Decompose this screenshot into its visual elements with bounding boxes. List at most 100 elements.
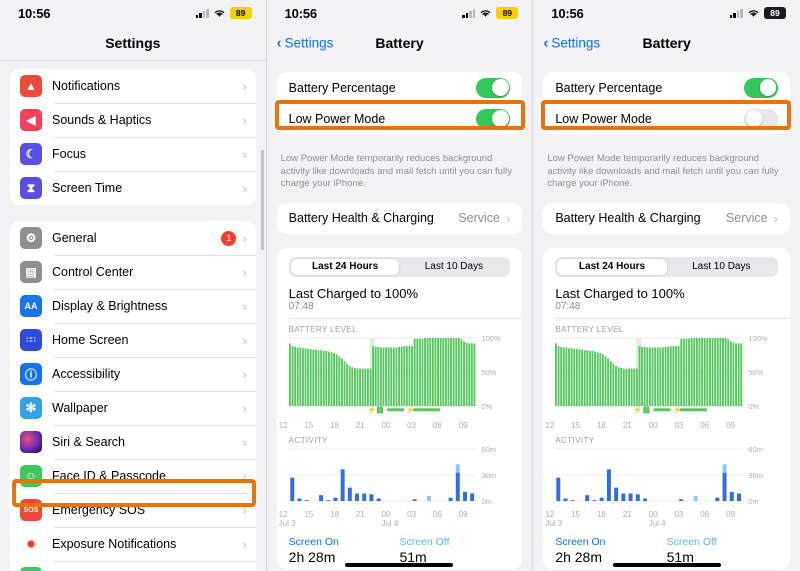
battery-percentage-row[interactable]: Battery Percentage bbox=[277, 72, 523, 103]
sidebar-item-screen-time[interactable]: ⧗ Screen Time › bbox=[10, 171, 256, 205]
back-to-settings-button[interactable]: ‹ Settings bbox=[543, 36, 600, 51]
sidebar-item-emergency-sos[interactable]: SOS Emergency SOS › bbox=[10, 493, 256, 527]
battery-percentage-row[interactable]: Battery Percentage bbox=[543, 72, 790, 103]
cellular-signal-icon bbox=[195, 8, 209, 18]
battery-percentage-toggle[interactable] bbox=[476, 77, 511, 98]
low-power-mode-toggle[interactable] bbox=[476, 108, 511, 129]
tab-last-24-hours[interactable]: Last 24 Hours bbox=[557, 258, 667, 275]
svg-text:50%: 50% bbox=[749, 368, 765, 377]
x-tick: 15 bbox=[571, 509, 581, 519]
battery-percentage-indicator: 89 bbox=[496, 7, 519, 19]
page-title: Battery bbox=[642, 35, 691, 51]
panel-battery-low-power-off: 10:56 89 ‹ Settings Battery Battery Perc… bbox=[533, 0, 800, 571]
sidebar-item-battery[interactable]: Battery› bbox=[10, 561, 256, 571]
x-tick: 03 bbox=[407, 420, 417, 430]
battery-level-caption: BATTERY LEVEL bbox=[555, 324, 624, 334]
day-label: Jul 3 bbox=[545, 518, 563, 528]
status-bar-time: 10:56 bbox=[284, 5, 317, 21]
sidebar-item-wallpaper[interactable]: ✻ Wallpaper › bbox=[10, 391, 256, 425]
x-tick: 00 bbox=[648, 420, 658, 430]
sidebar-item-siri-search[interactable]: Siri & Search › bbox=[10, 425, 256, 459]
home-indicator bbox=[612, 563, 721, 567]
home-indicator bbox=[345, 563, 454, 567]
low-power-mode-row[interactable]: Low Power Mode bbox=[543, 103, 790, 134]
sidebar-item-general[interactable]: ⚙ General 1 › bbox=[10, 221, 256, 255]
sidebar-item-control-center[interactable]: ▤ Control Center › bbox=[10, 255, 256, 289]
screen-on-summary: Screen On 2h 28m bbox=[289, 536, 400, 565]
cellular-signal-icon bbox=[729, 8, 743, 18]
screen-off-summary: Screen Off 51m bbox=[399, 536, 510, 565]
battery-percentage-toggle[interactable] bbox=[743, 77, 778, 98]
cellular-signal-icon bbox=[462, 8, 476, 18]
status-bar: 10:56 89 bbox=[0, 0, 266, 26]
x-tick: 12 bbox=[545, 509, 555, 519]
x-tick: 06 bbox=[432, 420, 442, 430]
last-charged-time: 07:48 bbox=[288, 300, 314, 312]
sidebar-item-face-id-passcode[interactable]: ☺ Face ID & Passcode › bbox=[10, 459, 256, 493]
sidebar-item-label: General bbox=[52, 231, 97, 245]
battery-usage-card: Last 24 Hours Last 10 Days Last Charged … bbox=[543, 247, 790, 569]
screen-off-label: Screen Off bbox=[666, 535, 717, 548]
battery-nav-bar: ‹ Settings Battery bbox=[266, 26, 533, 60]
activity-chart: 60m 30m 0m bbox=[288, 447, 513, 509]
settings-scroll-area[interactable]: ▲ Notifications › ◀ Sounds & Haptics › ☾ Focus ›… bbox=[0, 61, 266, 571]
battery-health-row[interactable]: Battery Health & Charging Service › bbox=[543, 203, 790, 234]
sidebar-item-label: Emergency SOS bbox=[52, 503, 146, 517]
notifications-icon: ▲ bbox=[20, 75, 42, 97]
x-tick: 03 bbox=[674, 420, 684, 430]
battery-icon bbox=[20, 567, 42, 571]
face-id-icon: ☺ bbox=[20, 465, 42, 487]
sounds-haptics-icon: ◀ bbox=[20, 109, 42, 131]
sidebar-item-display-brightness[interactable]: AA Display & Brightness › bbox=[10, 289, 256, 323]
battery-health-card: Battery Health & Charging Service › bbox=[276, 202, 523, 234]
battery-percentage-label: Battery Percentage bbox=[288, 80, 396, 95]
time-range-segmented-control[interactable]: Last 24 Hours Last 10 Days bbox=[555, 256, 778, 277]
page-title: Battery bbox=[375, 35, 424, 51]
battery-toggles-card: Battery Percentage Low Power Mode bbox=[276, 72, 523, 134]
toggle-knob bbox=[491, 110, 509, 127]
sidebar-item-label: Siri & Search bbox=[52, 435, 125, 449]
tab-last-10-days[interactable]: Last 10 Days bbox=[667, 259, 776, 275]
svg-text:0%: 0% bbox=[481, 402, 492, 411]
sidebar-item-sounds-haptics[interactable]: ◀ Sounds & Haptics › bbox=[10, 103, 256, 137]
sidebar-item-label: Home Screen bbox=[52, 333, 129, 347]
home-screen-icon: ∷∷ bbox=[20, 329, 42, 351]
chevron-right-icon: › bbox=[242, 434, 247, 450]
svg-text:0m: 0m bbox=[749, 497, 759, 506]
x-tick: 12 bbox=[278, 509, 288, 519]
low-power-mode-toggle[interactable] bbox=[743, 108, 778, 129]
screen-off-summary: Screen Off 51m bbox=[667, 536, 778, 565]
sidebar-item-exposure-notifications[interactable]: ✹ Exposure Notifications › bbox=[10, 527, 256, 561]
chevron-right-icon: › bbox=[242, 332, 247, 348]
tab-last-24-hours[interactable]: Last 24 Hours bbox=[290, 258, 400, 275]
back-to-settings-button[interactable]: ‹ Settings bbox=[277, 36, 334, 51]
battery-health-row[interactable]: Battery Health & Charging Service › bbox=[277, 203, 523, 234]
sidebar-item-home-screen[interactable]: ∷∷ Home Screen › bbox=[10, 323, 256, 357]
battery-percentage-indicator: 89 bbox=[763, 7, 786, 19]
chevron-right-icon: › bbox=[242, 146, 247, 162]
scrollbar[interactable] bbox=[261, 150, 264, 250]
status-bar: 10:56 89 bbox=[266, 0, 533, 26]
sidebar-item-label: Notifications bbox=[52, 79, 121, 93]
battery-level-x-axis: 12 15 18 21 00 03 06 09 bbox=[277, 421, 523, 430]
panel-settings-list: 10:56 89 Settings ▲ Notifications › ◀ Sounds… bbox=[0, 0, 267, 571]
wifi-icon bbox=[747, 8, 760, 18]
time-range-segmented-control[interactable]: Last 24 Hours Last 10 Days bbox=[288, 256, 511, 277]
screen-on-label: Screen On bbox=[288, 535, 339, 548]
sidebar-item-accessibility[interactable]: ⓘ Accessibility › bbox=[10, 357, 256, 391]
tab-last-10-days[interactable]: Last 10 Days bbox=[399, 259, 508, 275]
wifi-icon bbox=[213, 8, 226, 18]
sidebar-item-focus[interactable]: ☾ Focus › bbox=[10, 137, 256, 171]
low-power-mode-row[interactable]: Low Power Mode bbox=[277, 103, 523, 134]
chevron-right-icon: › bbox=[242, 468, 247, 484]
x-tick: 15 bbox=[304, 420, 314, 430]
screen-on-summary: Screen On 2h 28m bbox=[555, 536, 666, 565]
battery-percentage-indicator: 89 bbox=[229, 7, 252, 19]
battery-level-caption: BATTERY LEVEL bbox=[288, 324, 357, 334]
general-icon: ⚙ bbox=[20, 227, 42, 249]
sidebar-item-notifications[interactable]: ▲ Notifications › bbox=[10, 69, 256, 103]
low-power-mode-description: Low Power Mode temporarily reduces backg… bbox=[547, 153, 779, 190]
settings-nav-bar: Settings bbox=[0, 26, 266, 60]
status-bar-time: 10:56 bbox=[551, 5, 584, 21]
battery-health-card: Battery Health & Charging Service › bbox=[543, 202, 790, 234]
